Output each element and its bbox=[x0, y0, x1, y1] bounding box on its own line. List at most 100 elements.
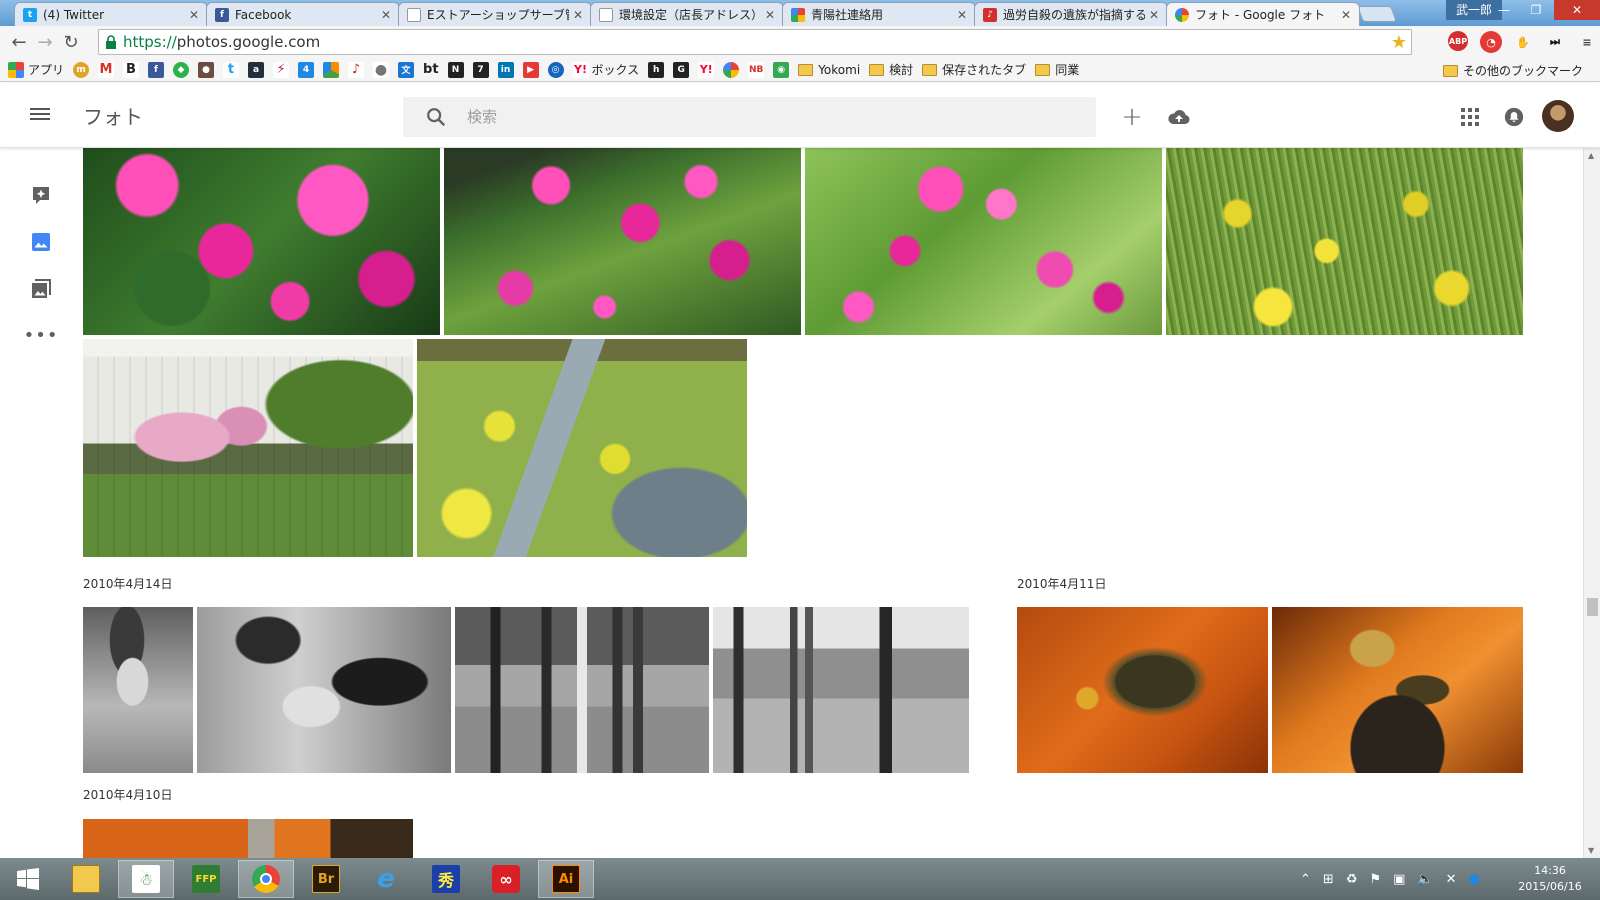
taskbar-bridge[interactable]: Br bbox=[298, 860, 354, 898]
taskbar-file-explorer[interactable] bbox=[58, 860, 114, 898]
address-bar[interactable]: https://photos.google.com ★ bbox=[98, 29, 1412, 55]
photo-thumbnail[interactable] bbox=[444, 148, 801, 335]
upload-cloud-icon[interactable] bbox=[1167, 105, 1191, 129]
close-icon[interactable]: ✕ bbox=[765, 8, 775, 22]
close-icon[interactable]: ✕ bbox=[381, 8, 391, 22]
recycle-icon[interactable]: ♻ bbox=[1346, 872, 1358, 887]
taskbar-creative-cloud[interactable]: ∞ bbox=[478, 860, 534, 898]
tab-estore[interactable]: Eストアーショップサーブ管理 ✕ bbox=[398, 2, 592, 26]
create-plus-icon[interactable]: + bbox=[1120, 102, 1144, 132]
search-bar[interactable] bbox=[403, 97, 1096, 137]
close-icon[interactable]: ✕ bbox=[957, 8, 967, 22]
taskbar-clock[interactable]: 14:36 2015/06/16 bbox=[1508, 863, 1592, 895]
bookmark-item[interactable]: f bbox=[148, 61, 165, 78]
bookmark-item[interactable]: Y! bbox=[698, 61, 715, 78]
bookmark-box[interactable]: Y! ボックス bbox=[572, 61, 639, 78]
chevron-up-icon[interactable]: ⌃ bbox=[1300, 872, 1311, 887]
menu-icon[interactable] bbox=[30, 105, 50, 125]
bookmark-item[interactable]: ◉ bbox=[773, 61, 790, 78]
volume-icon[interactable]: 🔈 bbox=[1417, 872, 1433, 887]
tab-google-photos[interactable]: フォト - Google フォト ✕ bbox=[1166, 2, 1360, 26]
forward-button[interactable]: → bbox=[32, 29, 58, 55]
photo-thumbnail[interactable] bbox=[83, 148, 440, 335]
bookmark-item[interactable]: 7 bbox=[472, 61, 489, 78]
windows-small-icon[interactable]: ⊞ bbox=[1323, 872, 1334, 887]
bookmark-item[interactable]: NB bbox=[748, 61, 765, 78]
close-x-icon[interactable]: ✕ bbox=[1446, 872, 1457, 887]
taskbar-chrome[interactable] bbox=[238, 860, 294, 898]
albums-icon[interactable] bbox=[30, 278, 52, 300]
extension-red-icon[interactable]: ◔ bbox=[1480, 31, 1502, 53]
scroll-up-arrow-icon[interactable]: ▲ bbox=[1588, 151, 1594, 160]
bookmark-item[interactable]: t bbox=[223, 61, 240, 78]
bookmark-item[interactable]: ♪ bbox=[348, 61, 365, 78]
bookmark-folder-yokomi[interactable]: Yokomi bbox=[798, 63, 860, 77]
bookmark-item[interactable]: ◎ bbox=[547, 61, 564, 78]
star-icon[interactable]: ★ bbox=[1391, 32, 1407, 53]
bookmark-folder-other[interactable]: その他のブックマーク bbox=[1442, 62, 1583, 79]
bookmark-folder-dougyou[interactable]: 同業 bbox=[1035, 61, 1079, 78]
search-input[interactable] bbox=[467, 108, 1027, 126]
new-tab-button[interactable] bbox=[1357, 6, 1397, 22]
bookmark-item[interactable]: ● bbox=[198, 61, 215, 78]
photo-thumbnail[interactable] bbox=[455, 607, 709, 773]
bookmark-item[interactable]: ▶ bbox=[522, 61, 539, 78]
bookmark-item[interactable]: 文 bbox=[398, 61, 415, 78]
photo-thumbnail[interactable] bbox=[83, 339, 413, 557]
bookmark-item[interactable]: B bbox=[123, 61, 140, 78]
taskbar-internet-explorer[interactable]: e bbox=[358, 860, 414, 898]
bookmark-item[interactable]: a bbox=[248, 61, 265, 78]
bookmark-item[interactable]: G bbox=[673, 61, 690, 78]
photo-thumbnail[interactable] bbox=[1017, 607, 1268, 773]
photo-thumbnail[interactable] bbox=[805, 148, 1162, 335]
taskbar-illustrator[interactable]: Ai bbox=[538, 860, 594, 898]
extension-skip-icon[interactable]: ⏭ bbox=[1544, 31, 1566, 53]
apps-grid-icon[interactable] bbox=[1458, 105, 1482, 129]
photo-thumbnail[interactable] bbox=[1166, 148, 1523, 335]
bookmark-item[interactable]: ⚡ bbox=[273, 61, 290, 78]
tab-article[interactable]: ♪ 過労自殺の遺族が指摘する ✕ bbox=[974, 2, 1168, 26]
adblock-icon[interactable]: ABP bbox=[1448, 31, 1468, 51]
reload-button[interactable]: ↻ bbox=[58, 29, 84, 55]
avatar[interactable] bbox=[1542, 100, 1574, 132]
chrome-menu-icon[interactable]: ≡ bbox=[1576, 31, 1598, 53]
bookmark-folder-saved-tabs[interactable]: 保存されたタブ bbox=[922, 61, 1026, 78]
taskbar-ffftp[interactable]: FFP bbox=[178, 860, 234, 898]
maximize-button[interactable]: ❐ bbox=[1522, 0, 1550, 20]
notifications-bell-icon[interactable] bbox=[1502, 105, 1526, 129]
bookmark-item[interactable]: ◆ bbox=[173, 61, 190, 78]
page-scrollbar[interactable]: ▲ ▼ bbox=[1583, 148, 1600, 858]
start-button[interactable] bbox=[0, 860, 56, 898]
more-horizontal-icon[interactable]: ••• bbox=[24, 324, 58, 346]
close-icon[interactable]: ✕ bbox=[573, 8, 583, 22]
tab-seiyosha[interactable]: 青陽社連絡用 ✕ bbox=[782, 2, 976, 26]
bookmark-item[interactable] bbox=[723, 61, 740, 78]
tab-twitter[interactable]: t (4) Twitter ✕ bbox=[14, 2, 208, 26]
bookmark-item[interactable]: m bbox=[73, 61, 90, 78]
scroll-down-arrow-icon[interactable]: ▼ bbox=[1588, 846, 1594, 855]
minimize-button[interactable]: — bbox=[1490, 0, 1518, 20]
photo-thumbnail[interactable] bbox=[417, 339, 747, 557]
assistant-icon[interactable] bbox=[30, 184, 52, 206]
bookmark-item[interactable] bbox=[323, 61, 340, 78]
photo-thumbnail[interactable] bbox=[713, 607, 969, 773]
photo-thumbnail[interactable] bbox=[83, 607, 193, 773]
bookmark-item[interactable]: M bbox=[98, 61, 115, 78]
photo-thumbnail[interactable] bbox=[1272, 607, 1523, 773]
bookmark-item[interactable]: N bbox=[447, 61, 464, 78]
bookmark-bt[interactable]: bt bbox=[423, 62, 439, 77]
bookmark-item[interactable]: ● bbox=[373, 61, 390, 78]
photos-icon[interactable] bbox=[30, 231, 52, 253]
tab-settings[interactable]: 環境設定（店長アドレス） ✕ bbox=[590, 2, 784, 26]
bookmark-apps[interactable]: アプリ bbox=[8, 61, 64, 78]
taskbar-app-penguin[interactable]: ☃ bbox=[118, 860, 174, 898]
tab-facebook[interactable]: f Facebook ✕ bbox=[206, 2, 400, 26]
taskbar-font-tool[interactable]: 秀 bbox=[418, 860, 474, 898]
close-icon[interactable]: ✕ bbox=[1341, 8, 1351, 22]
close-icon[interactable]: ✕ bbox=[1149, 8, 1159, 22]
photo-thumbnail[interactable] bbox=[197, 607, 451, 773]
scroll-thumb[interactable] bbox=[1587, 598, 1598, 616]
extension-hand-icon[interactable]: ✋ bbox=[1512, 31, 1534, 53]
back-button[interactable]: ← bbox=[6, 29, 32, 55]
flag-icon[interactable]: ⚑ bbox=[1369, 872, 1381, 887]
